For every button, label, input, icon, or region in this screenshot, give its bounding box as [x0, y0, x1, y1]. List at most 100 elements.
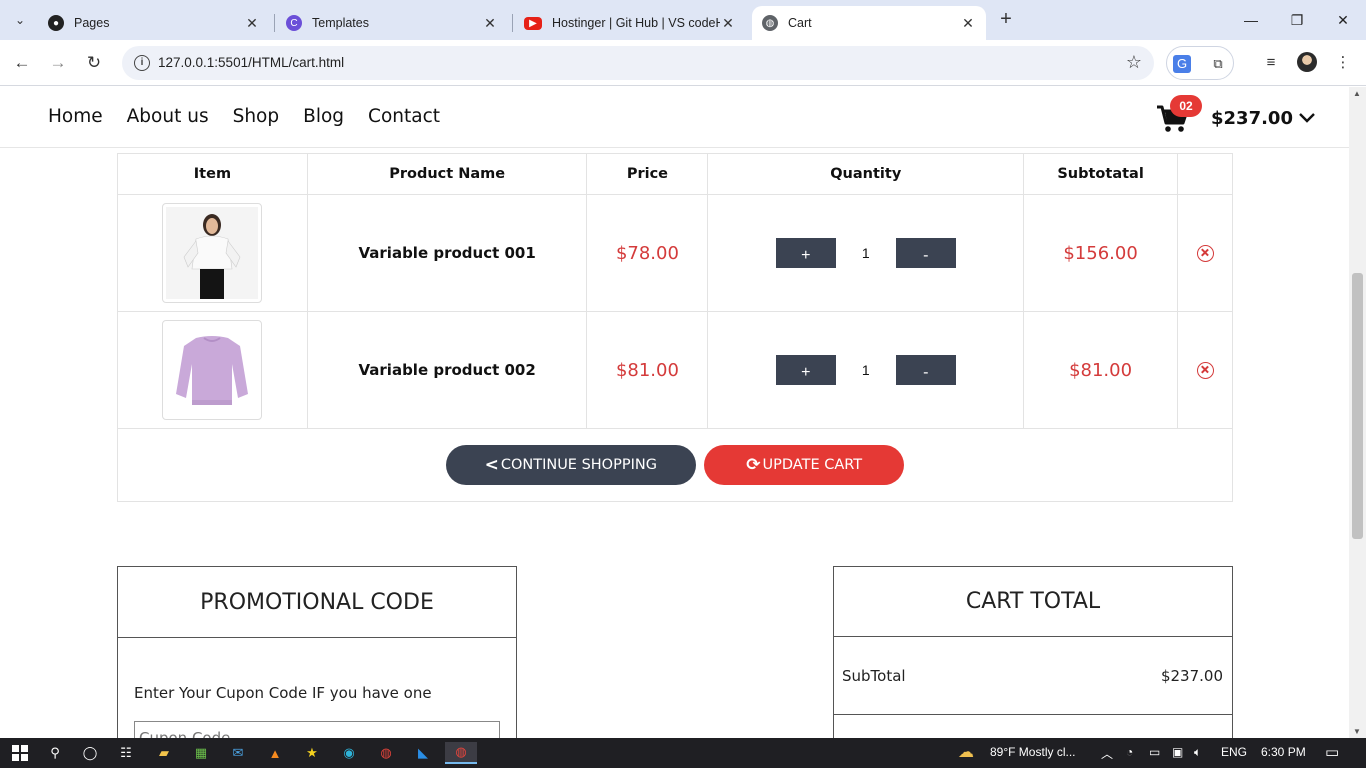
clock[interactable]: 6:30 PM: [1261, 745, 1306, 759]
app-icon[interactable]: ▲: [263, 742, 287, 764]
remove-item-icon[interactable]: [1196, 361, 1214, 379]
cart-row: Variable product 001 $78.00 + 1 - $156.0…: [117, 194, 1233, 312]
tab-search-chevron-icon[interactable]: ⌄: [6, 8, 34, 32]
windows-taskbar: ⚲ ◯ ☷ ▰ ▦ ✉ ▲ ★ ◉ ◍ ◣ ◍ ☁ 89°F Mostly cl…: [0, 738, 1366, 768]
chevron-down-icon[interactable]: [1299, 110, 1315, 126]
tab-hostinger[interactable]: ▶ Hostinger | Git Hub | VS codeH ✕: [514, 6, 746, 40]
quantity-plus-button[interactable]: +: [775, 238, 836, 268]
bookmark-star-icon[interactable]: ☆: [1126, 52, 1142, 73]
quantity-minus-button[interactable]: -: [895, 238, 956, 268]
scroll-thumb[interactable]: [1352, 273, 1363, 539]
chrome-icon[interactable]: ◍: [374, 742, 398, 764]
continue-shopping-button[interactable]: < CONTINUE SHOPPING: [445, 445, 696, 485]
address-bar[interactable]: i 127.0.0.1:5501/HTML/cart.html ☆: [122, 46, 1154, 80]
mail-icon[interactable]: ✉: [226, 742, 250, 764]
extensions-puzzle-icon[interactable]: ⧉: [1209, 55, 1227, 73]
network-icon[interactable]: ◔: [1126, 745, 1133, 759]
battery-icon[interactable]: ▭: [1149, 745, 1160, 759]
promo-label: Enter Your Cupon Code IF you have one: [134, 684, 432, 702]
tab-templates[interactable]: C Templates ✕: [276, 6, 508, 40]
cortana-icon[interactable]: ◯: [78, 742, 102, 764]
tab-title: Cart: [788, 16, 812, 30]
tray-chevron-icon[interactable]: ︿: [1101, 745, 1113, 762]
close-window-icon[interactable]: ✕: [1328, 8, 1358, 32]
reload-icon[interactable]: ↻: [82, 51, 106, 75]
nav-shop[interactable]: Shop: [233, 106, 280, 127]
url-text[interactable]: 127.0.0.1:5501/HTML/cart.html: [158, 55, 344, 70]
weather-icon[interactable]: ☁: [958, 742, 974, 762]
browser-menu-icon[interactable]: ⋮: [1331, 51, 1355, 75]
coupon-code-input[interactable]: [134, 721, 500, 738]
main-nav: Home About us Shop Blog Contact: [48, 106, 440, 127]
product-image-sweatshirt[interactable]: [162, 320, 263, 420]
star-app-icon[interactable]: ★: [300, 742, 324, 764]
refresh-icon: ⟳: [746, 455, 761, 475]
minimize-icon[interactable]: —: [1236, 8, 1266, 32]
header-cart-total: $237.00: [1211, 107, 1293, 129]
product-name[interactable]: Variable product 001: [306, 194, 588, 312]
youtube-icon: ▶: [524, 16, 542, 30]
weather-text[interactable]: 89°F Mostly cl...: [990, 745, 1075, 759]
notifications-icon[interactable]: ▭: [1325, 743, 1339, 761]
browser-tab-bar: ⌄ ● Pages ✕ C Templates ✕ ▶ Hostinger | …: [0, 0, 1366, 40]
task-view-icon[interactable]: ☷: [114, 742, 138, 764]
remove-item-icon[interactable]: [1196, 244, 1214, 262]
product-price: $81.00: [586, 311, 709, 429]
close-tab-icon[interactable]: ✕: [960, 15, 976, 32]
translate-icon[interactable]: G: [1173, 55, 1191, 73]
tab-cart[interactable]: ◍ Cart ✕: [752, 6, 986, 40]
shopping-cart-icon[interactable]: 02: [1156, 95, 1202, 133]
restore-icon[interactable]: ❐: [1282, 8, 1312, 32]
new-tab-button[interactable]: +: [994, 8, 1018, 32]
globe-icon: ◍: [762, 15, 778, 31]
language-indicator[interactable]: ENG: [1221, 745, 1247, 759]
quantity-plus-button[interactable]: +: [775, 355, 836, 385]
tab-title: Hostinger | Git Hub | VS codeH: [552, 16, 720, 30]
scroll-up-icon[interactable]: ▲: [1353, 89, 1361, 98]
chrome-active-icon[interactable]: ◍: [445, 742, 477, 764]
quantity-minus-button[interactable]: -: [895, 355, 956, 385]
close-tab-icon[interactable]: ✕: [720, 15, 736, 32]
col-item: Item: [117, 153, 308, 195]
product-image-woman-blouse[interactable]: [162, 203, 263, 303]
quantity-stepper: + 1 -: [708, 355, 1023, 385]
update-cart-button[interactable]: ⟳ UPDATE CART: [704, 445, 905, 485]
subtotal-label: SubTotal: [842, 666, 906, 685]
quantity-value[interactable]: 1: [836, 245, 896, 261]
volume-icon[interactable]: 🔈︎: [1194, 745, 1201, 760]
edge-icon[interactable]: ◉: [337, 742, 361, 764]
nav-contact[interactable]: Contact: [368, 106, 440, 127]
subtotal-row: SubTotal $237.00: [834, 637, 1232, 715]
media-control-icon[interactable]: ≡: [1259, 51, 1283, 75]
meet-icon[interactable]: ▣: [1172, 745, 1183, 759]
tab-divider: [512, 14, 513, 32]
col-product-name: Product Name: [306, 153, 588, 195]
close-tab-icon[interactable]: ✕: [482, 15, 498, 32]
product-name[interactable]: Variable product 002: [306, 311, 588, 429]
quantity-value[interactable]: 1: [836, 362, 896, 378]
search-icon[interactable]: ⚲: [43, 742, 67, 764]
forward-arrow-icon[interactable]: →: [46, 51, 70, 75]
vscode-icon[interactable]: ◣: [411, 742, 435, 764]
chevron-left-icon: <: [484, 455, 499, 475]
tab-divider: [274, 14, 275, 32]
scroll-down-icon[interactable]: ▼: [1353, 727, 1361, 736]
nav-home[interactable]: Home: [48, 106, 103, 127]
col-remove: [1177, 153, 1233, 195]
extensions-group: G ⧉: [1166, 46, 1234, 80]
page-scrollbar[interactable]: ▲ ▼: [1349, 87, 1366, 738]
site-header: Home About us Shop Blog Contact 02 $237.…: [0, 87, 1349, 148]
nav-blog[interactable]: Blog: [303, 106, 344, 127]
windows-start-icon[interactable]: [8, 742, 32, 764]
profile-avatar[interactable]: [1297, 52, 1317, 72]
tab-pages[interactable]: ● Pages ✕: [38, 6, 270, 40]
col-price: Price: [586, 153, 709, 195]
nav-about[interactable]: About us: [127, 106, 209, 127]
header-cart[interactable]: 02 $237.00: [1156, 95, 1315, 135]
file-explorer-icon[interactable]: ▰: [152, 742, 176, 764]
store-icon[interactable]: ▦: [189, 742, 213, 764]
row-subtotal: $156.00: [1023, 194, 1179, 312]
site-info-icon[interactable]: i: [134, 55, 150, 71]
close-tab-icon[interactable]: ✕: [244, 15, 260, 32]
back-arrow-icon[interactable]: ←: [10, 51, 34, 75]
